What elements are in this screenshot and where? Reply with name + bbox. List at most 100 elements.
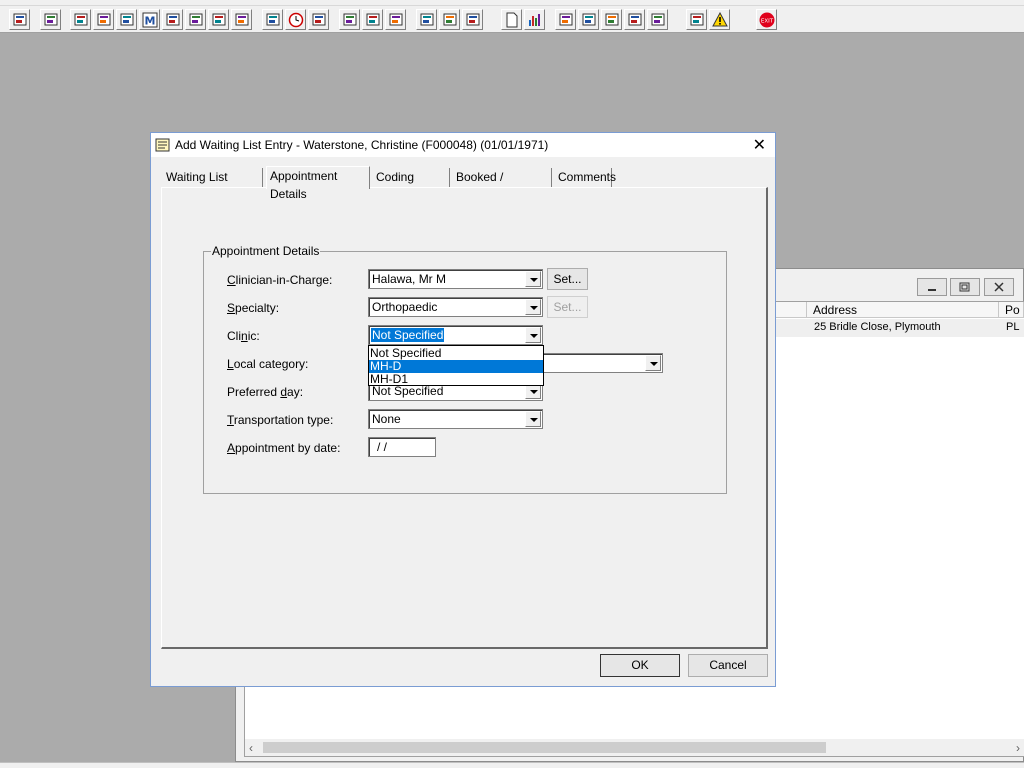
horizontal-scrollbar[interactable]: ‹ ›	[245, 739, 1024, 756]
clinic-select[interactable]: Not Specified	[368, 325, 543, 345]
close-button[interactable]	[984, 278, 1014, 296]
cancel-button[interactable]: Cancel	[688, 654, 768, 677]
printer-button[interactable]	[40, 9, 61, 30]
transport-icon	[212, 13, 226, 26]
dialog-title: Add Waiting List Entry - Waterstone, Chr…	[175, 138, 549, 152]
chevron-down-icon[interactable]	[645, 355, 661, 371]
preferred-day-value: Not Specified	[372, 384, 444, 398]
search-doc-button[interactable]	[262, 9, 283, 30]
transport-button[interactable]	[208, 9, 229, 30]
column-header-address[interactable]: Address	[807, 302, 999, 318]
list-view-icon	[343, 13, 357, 26]
schedule-button[interactable]	[385, 9, 406, 30]
bed-icon	[443, 13, 457, 26]
main-toolbar: M EXIT	[0, 0, 1024, 33]
exit-icon: EXIT	[759, 12, 775, 28]
document-icon	[506, 12, 518, 28]
chevron-down-icon[interactable]	[525, 411, 541, 427]
clinic-dropdown-list[interactable]: Not Specified MH-D MH-D1	[368, 345, 544, 386]
transportation-select[interactable]: None	[368, 409, 543, 429]
refresh-icon	[559, 13, 573, 26]
transport2-button[interactable]	[231, 9, 252, 30]
book-icon	[74, 13, 88, 26]
edit-record-button[interactable]	[93, 9, 114, 30]
column-header-postcode[interactable]: Po	[999, 302, 1024, 318]
list-view-button[interactable]	[339, 9, 360, 30]
chevron-down-icon[interactable]	[525, 271, 541, 287]
transportation-value: None	[372, 412, 401, 426]
clinician-set-button[interactable]: Set...	[547, 268, 588, 290]
search-doc-icon	[266, 13, 280, 26]
dropdown-option[interactable]: MH-D1	[369, 373, 543, 386]
import-button[interactable]	[578, 9, 599, 30]
scroll-thumb[interactable]	[263, 742, 826, 753]
warning-icon	[712, 12, 728, 27]
preferred-day-label: Preferred day:	[227, 385, 304, 399]
chevron-down-icon[interactable]	[525, 327, 541, 343]
tab-appointment-details[interactable]: Appointment Details	[266, 166, 370, 201]
monitor-icon	[312, 13, 326, 26]
specialty-select[interactable]: Orthopaedic	[368, 297, 543, 317]
tab-comments[interactable]: Comments	[555, 168, 616, 188]
person-button[interactable]	[162, 9, 183, 30]
appointment-by-date-field[interactable]: / /	[368, 437, 436, 457]
bar-chart-button[interactable]	[524, 9, 545, 30]
address-cell: 25 Bridle Close, Plymouth	[814, 321, 941, 333]
m-button[interactable]: M	[139, 9, 160, 30]
scroll-right-icon[interactable]: ›	[1016, 741, 1020, 755]
clinic-label: Clinic:	[227, 329, 260, 343]
user-icon	[13, 13, 27, 26]
monitor-button[interactable]	[308, 9, 329, 30]
specialty-set-button[interactable]: Set...	[547, 296, 588, 318]
minimize-button[interactable]	[917, 278, 947, 296]
tab-waiting-list-details[interactable]: Waiting List Details	[163, 168, 263, 202]
document-button[interactable]	[501, 9, 522, 30]
report-button[interactable]	[362, 9, 383, 30]
scroll-left-icon[interactable]: ‹	[249, 741, 253, 755]
bed-button[interactable]	[439, 9, 460, 30]
exit-label: EXIT	[761, 19, 774, 25]
chevron-down-icon[interactable]	[525, 299, 541, 315]
minimize-icon	[928, 289, 936, 291]
user-button[interactable]	[9, 9, 30, 30]
restore-icon	[959, 282, 970, 292]
dialog-close-icon[interactable]: ✕	[753, 135, 766, 155]
clinician-label: Clinician-in-Charge:	[227, 273, 333, 287]
ward-button[interactable]	[462, 9, 483, 30]
exit-button[interactable]: EXIT	[756, 9, 777, 30]
records-button[interactable]	[116, 9, 137, 30]
ok-button[interactable]: OK	[600, 654, 680, 677]
transport2-icon	[235, 13, 249, 26]
tab-coding-details[interactable]: Coding Details	[373, 168, 450, 202]
notepad-icon	[155, 138, 170, 152]
swap-icon	[690, 13, 704, 26]
warning-button[interactable]	[709, 9, 730, 30]
download-button[interactable]	[601, 9, 622, 30]
close-icon	[994, 282, 1004, 292]
refresh-button[interactable]	[555, 9, 576, 30]
clinic-value: Not Specified	[371, 328, 445, 342]
check-up-icon	[651, 13, 665, 26]
import-icon	[582, 13, 596, 26]
group-label: Appointment Details	[211, 244, 321, 258]
clinician-select[interactable]: Halawa, Mr M	[368, 269, 543, 289]
clock-icon	[288, 12, 304, 28]
bar-chart-icon	[529, 14, 540, 26]
dialog-title-bar: Add Waiting List Entry - Waterstone, Chr…	[151, 133, 775, 157]
clock-button[interactable]	[285, 9, 306, 30]
status-bar	[0, 762, 1024, 768]
check-down-button[interactable]	[624, 9, 645, 30]
book-button[interactable]	[70, 9, 91, 30]
date-value: / /	[377, 440, 388, 454]
tab-booked-suspend[interactable]: Booked / Suspend	[453, 168, 552, 202]
check-up-button[interactable]	[647, 9, 668, 30]
swap-button[interactable]	[686, 9, 707, 30]
ward-icon	[466, 13, 480, 26]
report-icon	[366, 13, 380, 26]
restore-button[interactable]	[950, 278, 980, 296]
notes-icon	[420, 13, 434, 26]
notes-button[interactable]	[416, 9, 437, 30]
specialty-label: Specialty:	[227, 301, 280, 315]
note-edit-button[interactable]	[185, 9, 206, 30]
transportation-label: Transportation type:	[227, 413, 334, 427]
